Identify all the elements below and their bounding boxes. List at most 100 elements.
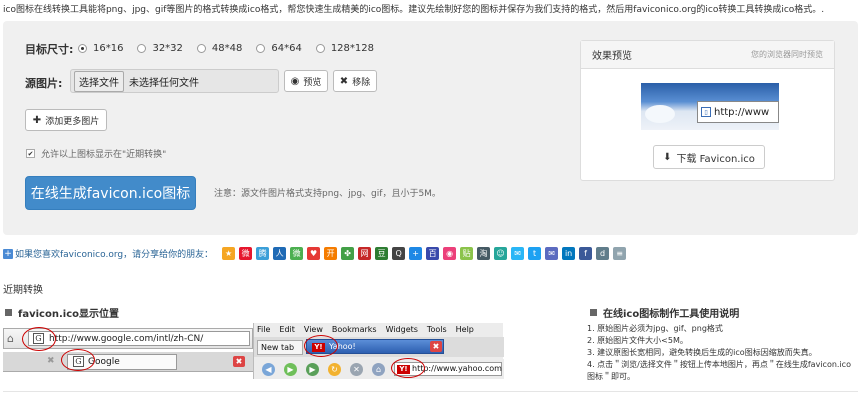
add-more-images-button[interactable]: ✚ 添加更多图片 [25,109,107,131]
twitter-share-icon[interactable]: t [528,247,542,260]
facebook-share-icon[interactable]: f [579,247,593,260]
size-radio-group: 16*16 32*32 48*48 64*64 128*128 [78,43,388,54]
add-share-icon: + [3,248,13,259]
favicon-location-demo: ⌂ G http://www.google.com/intl/zh-CN/ ✖ … [3,323,504,379]
size-radio[interactable] [256,44,266,53]
share-icons: ★ 微腾人微 ♥ 开 ✤ 网豆 Q + 百 ◉ 贴淘 ☺ ✉ t ✉ in f d ≡ [222,247,630,260]
browser-preview-image: ▯ http://www [641,83,779,130]
remove-button[interactable]: ✖ 移除 [333,70,377,92]
size-option-label: 64*64 [271,43,302,54]
highlight-circle-1 [22,327,56,351]
back-icon: ◀ [262,363,275,376]
instruction-item: 3. 建议原图长宽相同，避免转换后生成的ico图标因缩放而失真。 [587,348,817,357]
firefox-url-text: http://www.yahoo.com [412,364,502,373]
preview-url-text: http://www [714,106,770,118]
ie-address-bar: ⌂ G http://www.google.com/intl/zh-CN/ [3,327,253,351]
ie-url-text: http://www.google.com/intl/zh-CN/ [49,333,204,344]
people-share-icon[interactable]: ☺ [494,247,508,260]
netease-share-icon[interactable]: 网 [358,247,372,260]
preview-url-bar: ▯ http://www [697,101,779,123]
qq-share-icon[interactable]: Q [392,247,406,260]
choose-file-button[interactable]: 选择文件 [74,70,124,92]
close-tab-icon: ✖ [47,356,55,366]
size-radio[interactable] [196,44,206,53]
allow-recent-checkbox[interactable]: ✔ [26,149,35,158]
firefox-menu-item: View [303,325,323,334]
firefox-menu-item: Widgets [385,325,418,334]
stop-icon: ✕ [350,363,363,376]
bookmark-share-icon[interactable]: ◉ [443,247,457,260]
douban-share-icon[interactable]: 豆 [375,247,389,260]
allow-recent-checkbox-row[interactable]: ✔ 允许以上图标显示在"近期转换" [26,147,166,160]
firefox-menu-item: Help [455,325,474,334]
taobao-share-icon[interactable]: 淘 [477,247,491,260]
message-share-icon[interactable]: ✉ [511,247,525,260]
eye-icon: ◉ [290,75,300,87]
ie-tab-bar: ✖ G Google ✖ [3,349,253,372]
plus-icon: ✚ [32,114,42,126]
firefox-menu-item: Bookmarks [331,325,377,334]
highlight-circle-3 [304,335,338,357]
download-icon: ⬇ [663,151,672,163]
download-favicon-button[interactable]: ⬇ 下载 Favicon.ico [653,145,765,169]
size-radio[interactable] [315,44,325,53]
size-option-label: 48*48 [211,43,243,54]
size-option-label: 32*32 [152,43,183,54]
home-icon: ⌂ [7,332,14,345]
reload-icon: ▶ [306,363,319,376]
preview-header: 效果预览 您的浏览器同时预览 [581,41,834,69]
firefox-window: File Edit View Bookmarks Widgets Tools Help Ne… [253,323,504,379]
size-option[interactable]: 16*16 [78,43,123,54]
plus-share-icon[interactable]: + [409,247,423,260]
qzone-share-icon[interactable]: ★ [222,247,236,260]
size-option[interactable]: 48*48 [196,43,243,54]
size-radio[interactable] [78,44,87,53]
size-label: 目标尺寸: [25,43,74,56]
wechat-share-icon[interactable]: 微 [290,247,304,260]
instructions-title: 在线ico图标制作工具使用说明 [590,305,739,320]
mail-share-icon[interactable]: ✉ [545,247,559,260]
size-option[interactable]: 64*64 [256,43,302,54]
heart-share-icon[interactable]: ♥ [307,247,321,260]
share-link[interactable]: + 如果您喜欢faviconico.org，请分享给你的朋友： [3,247,213,260]
browser-button-glow [645,105,675,123]
firefox-menu-item: File [257,325,271,334]
sina-weibo-share-icon[interactable]: 微 [239,247,253,260]
linkedin-share-icon[interactable]: in [562,247,576,260]
display-location-title: favicon.ico显示位置 [5,305,119,320]
renren-share-icon[interactable]: 人 [273,247,287,260]
highlight-circle-4 [391,358,425,378]
firefox-menu-item: Edit [279,325,295,334]
preview-button[interactable]: ◉ 预览 [284,70,328,92]
firefox-menu-item: Tools [426,325,447,334]
preview-button-label: 预览 [303,77,322,88]
close-icon: ✖ [339,75,349,87]
more-share-icon[interactable]: ≡ [613,247,627,260]
kaixin-share-icon[interactable]: 开 [324,247,338,260]
baidu-share-icon[interactable]: 百 [426,247,440,260]
section-bullet-icon [5,309,12,316]
share-row: + 如果您喜欢faviconico.org，请分享给你的朋友： ★ 微腾人微 ♥ 开 ✤… [3,247,630,260]
size-option-label: 128*128 [330,43,374,54]
size-radio[interactable] [137,44,147,53]
file-input[interactable]: 选择文件 未选择任何文件 [70,69,279,93]
size-option[interactable]: 32*32 [137,43,183,54]
delicious-share-icon[interactable]: d [596,247,610,260]
close-tab-icon: ✖ [430,341,442,352]
instructions-list: 1. 原始图片必须为jpg、gif、png格式 2. 原始图片文件大小<5M。 3.… [587,323,857,383]
size-option[interactable]: 128*128 [315,43,374,54]
tieba-share-icon[interactable]: 贴 [460,247,474,260]
size-option-label: 16*16 [93,43,124,54]
preview-panel: 效果预览 您的浏览器同时预览 ▯ http://www ⬇ 下载 Favicon… [580,40,835,181]
firefox-tab-bar: New tab Y! Yahoo! ✖ [254,335,504,357]
refresh-icon: ↻ [328,363,341,376]
instruction-item: 2. 原始图片文件大小<5M。 [587,336,688,345]
highlight-circle-2 [61,349,95,371]
generate-favicon-button[interactable]: 在线生成favicon.ico图标 [25,176,196,210]
share-text: 如果您喜欢faviconico.org，请分享给你的朋友： [15,250,214,260]
clover-share-icon[interactable]: ✤ [341,247,355,260]
instruction-item: 4. 点击＂浏览/选择文件＂按钮上传本地图片，再点＂在线生成favicon.ic… [587,360,851,381]
download-label: 下载 Favicon.ico [676,153,755,165]
tencent-weibo-share-icon[interactable]: 腾 [256,247,270,260]
recent-conversions-title: 近期转换 [3,285,43,296]
